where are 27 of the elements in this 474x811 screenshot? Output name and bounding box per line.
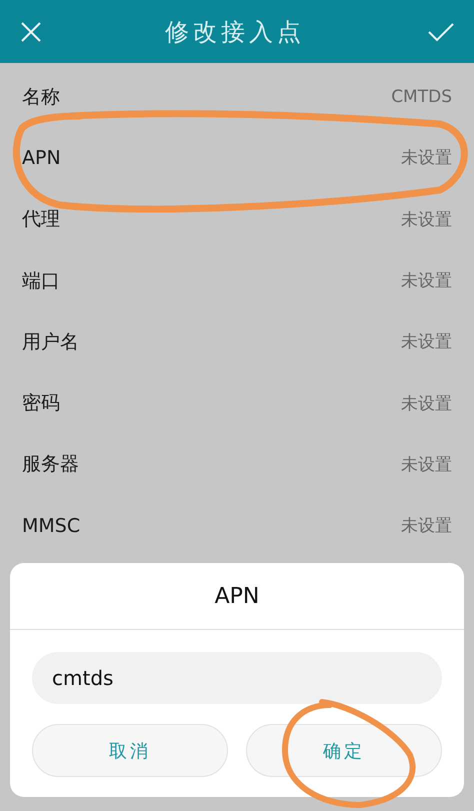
field-label: 用户名: [22, 330, 79, 355]
field-label: 端口: [22, 268, 60, 294]
screen-title: 修改接入点: [165, 16, 305, 48]
field-value: 未设置: [401, 208, 452, 231]
field-label: 名称: [22, 84, 60, 110]
field-label: 服务器: [22, 452, 79, 478]
field-value: 未设置: [401, 270, 452, 292]
field-label: MMSC: [22, 514, 80, 537]
settings-row[interactable]: 用户名 未设置: [0, 311, 474, 372]
settings-row[interactable]: MMSC 未设置: [0, 495, 474, 556]
settings-row[interactable]: 名称 CMTDS: [0, 66, 474, 128]
field-value: 未设置: [401, 147, 452, 170]
settings-row[interactable]: APN 未设置: [0, 127, 474, 189]
field-value: 未设置: [401, 392, 452, 415]
field-label: 代理: [22, 207, 60, 232]
dialog-title: APN: [10, 563, 464, 630]
settings-row[interactable]: 服务器 未设置: [0, 434, 474, 496]
field-value: 未设置: [401, 454, 452, 476]
field-label: 密码: [22, 391, 60, 416]
settings-row[interactable]: 密码 未设置: [0, 372, 474, 434]
settings-row[interactable]: 代理 未设置: [0, 188, 474, 250]
field-label: APN: [22, 146, 61, 169]
settings-row[interactable]: 端口 未设置: [0, 250, 474, 312]
field-value: CMTDS: [391, 86, 452, 107]
field-value: 未设置: [401, 515, 452, 538]
input-field[interactable]: cmtds: [32, 652, 442, 704]
field-value: 未设置: [401, 331, 452, 354]
